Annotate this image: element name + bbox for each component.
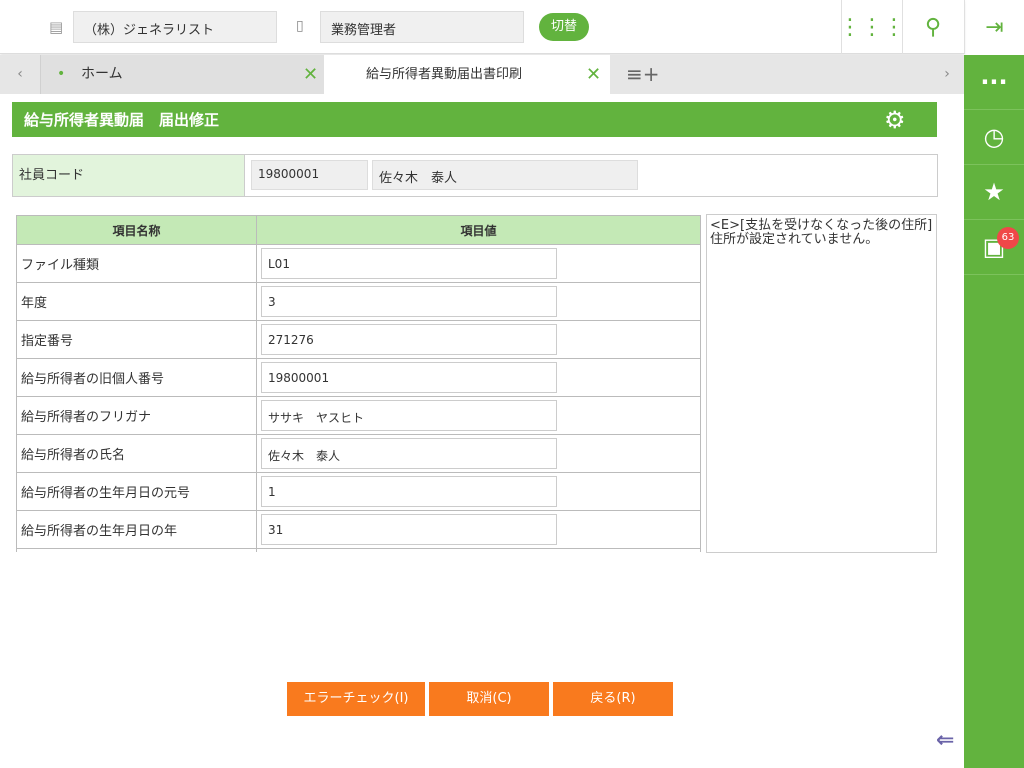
collapse-arrow-icon[interactable]: ⇐ (936, 728, 954, 753)
item-name: 給与所得者の氏名 (16, 434, 257, 473)
table-row: 給与所得者の生年月日の年 31 (16, 510, 701, 549)
item-value-input[interactable]: 271276 (261, 324, 557, 355)
item-value-input[interactable]: ササキ ヤスヒト (261, 400, 557, 431)
item-value-input[interactable]: 31 (261, 514, 557, 545)
item-name: 給与所得者のフリガナ (16, 396, 257, 435)
inbox-icon[interactable]: ▣ (964, 220, 1024, 275)
item-value-input[interactable]: 1 (261, 476, 557, 507)
item-table: 項目名称 項目値 ファイル種類 L01 年度 3 指定番号 271276 給与所得者の旧個人番… (16, 215, 701, 552)
apps-grid-icon[interactable]: ⋮⋮⋮ (839, 0, 905, 54)
item-name: 給与所得者の生年月日の元号 (16, 472, 257, 511)
item-name: 年度 (16, 282, 257, 321)
item-name: 給与所得者の生年月日の年 (16, 510, 257, 549)
table-row: 給与所得者の旧個人番号 19800001 (16, 358, 701, 397)
right-sidebar: ··· ◷ ★ ▣ (964, 55, 1024, 768)
error-message-area[interactable]: <E>[支払を受けなくなった後の住所]住所が設定されていません。 (706, 214, 937, 553)
gear-icon[interactable]: ⚙ (884, 106, 906, 134)
table-row: 給与所得者の生年月日の元号 1 (16, 472, 701, 511)
item-name: ファイル種類 (16, 244, 257, 283)
error-check-button[interactable]: エラーチェック(I) (287, 682, 425, 716)
item-name: 指定番号 (16, 320, 257, 359)
star-icon[interactable]: ★ (964, 165, 1024, 220)
item-value-input[interactable]: L01 (261, 248, 557, 279)
item-name: 給与所得者の旧個人番号 (16, 358, 257, 397)
logout-icon[interactable]: ⇥ (964, 0, 1024, 54)
column-header: 項目値 (256, 215, 701, 245)
table-row (16, 548, 701, 552)
item-value-input[interactable]: 19800001 (261, 362, 557, 393)
tab-next-icon[interactable]: › (930, 55, 964, 94)
table-row: 給与所得者の氏名 佐々木 泰人 (16, 434, 701, 473)
table-row: ファイル種類 L01 (16, 244, 701, 283)
search-icon[interactable]: ⚲ (902, 0, 963, 54)
item-value-input[interactable]: 佐々木 泰人 (261, 438, 557, 469)
notification-badge: 63 (997, 227, 1019, 249)
history-icon[interactable]: ◷ (964, 110, 1024, 165)
column-header: 項目名称 (16, 215, 257, 245)
table-row: 指定番号 271276 (16, 320, 701, 359)
item-value-input[interactable]: 3 (261, 286, 557, 317)
table-row: 給与所得者のフリガナ ササキ ヤスヒト (16, 396, 701, 435)
back-button[interactable]: 戻る(R) (553, 682, 673, 716)
more-icon[interactable]: ··· (964, 55, 1024, 110)
table-scroll[interactable]: 項目名称 項目値 ファイル種類 L01 年度 3 指定番号 271276 給与所得者の旧個人番… (0, 0, 710, 552)
item-name (16, 548, 257, 552)
table-row: 年度 3 (16, 282, 701, 321)
cancel-button[interactable]: 取消(C) (429, 682, 549, 716)
